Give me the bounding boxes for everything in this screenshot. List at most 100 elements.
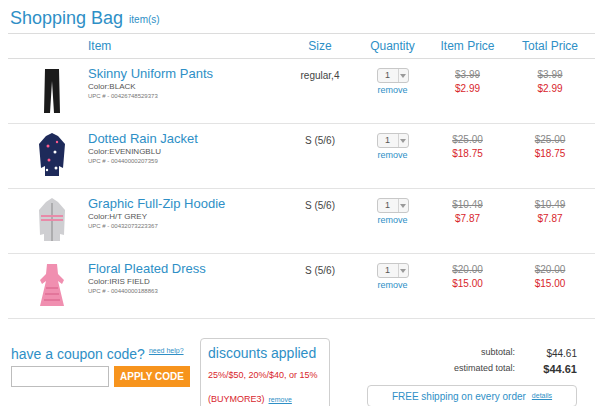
product-image: [37, 67, 67, 115]
item-price-original: $3.99: [455, 68, 480, 82]
product-image-cell: [8, 124, 85, 180]
shipping-banner: FREE shipping on every order details: [367, 385, 577, 406]
discount-text: 25%/$50, 20%/$40, or 15% (BUYMORE3): [208, 370, 318, 404]
product-color: Color:BLACK: [88, 82, 285, 92]
total-price-cell: $25.00$18.75: [505, 124, 595, 161]
coupon-label: have a coupon code?: [11, 346, 145, 362]
column-header: Item Price: [430, 37, 505, 55]
item-price-sale: $15.00: [452, 277, 483, 291]
total-price-original: $3.99: [537, 68, 562, 82]
total-price-sale: $2.99: [537, 82, 562, 96]
coupon-input[interactable]: [11, 366, 109, 387]
page-header: Shopping Bag item(s): [0, 0, 595, 33]
total-price-sale: $18.75: [535, 147, 566, 161]
item-price-cell: $3.99$2.99: [430, 59, 505, 96]
product-color: Color:IRIS FIELD: [88, 277, 285, 287]
page-title: Shopping Bag: [10, 9, 123, 27]
summary-row: subtotal:$44.61: [377, 345, 577, 361]
table-header: ItemSizeQuantityItem PriceTotal Price: [8, 34, 595, 59]
product-image-cell: [8, 254, 85, 310]
discount-remove[interactable]: remove: [269, 396, 292, 403]
discounts-title: discounts applied: [208, 345, 322, 361]
total-price-original: $20.00: [535, 263, 566, 277]
item-price-original: $20.00: [452, 263, 483, 277]
product-name[interactable]: Floral Pleated Dress: [88, 261, 285, 277]
apply-code-button[interactable]: APPLY CODE: [114, 366, 190, 387]
quantity-select[interactable]: 1: [377, 198, 409, 213]
column-header: Item: [85, 37, 285, 55]
product-info: Skinny Uniform PantsColor:BLACKUPC # - 0…: [85, 59, 285, 101]
remove-link[interactable]: remove: [377, 85, 407, 96]
product-size: S (5/6): [285, 189, 355, 213]
total-price-original: $10.49: [535, 198, 566, 212]
product-color: Color:H/T GREY: [88, 212, 285, 222]
help-link[interactable]: need help?: [149, 346, 184, 355]
summary-value: $44.61: [515, 346, 577, 361]
product-name[interactable]: Graphic Full-Zip Hoodie: [88, 196, 285, 212]
product-image-cell: [8, 59, 85, 115]
product-upc: UPC # - 00440000207359: [88, 157, 285, 166]
quantity-value: 1: [378, 71, 398, 80]
product-image: [37, 132, 67, 180]
summary-value: $44.61: [515, 361, 577, 378]
quantity-value: 1: [378, 266, 398, 275]
quantity-select[interactable]: 1: [377, 263, 409, 278]
total-price-cell: $20.00$15.00: [505, 254, 595, 291]
column-header: Size: [285, 37, 355, 55]
cart-footer: have a coupon code? need help? APPLY CODE d…: [0, 319, 595, 406]
product-name[interactable]: Dotted Rain Jacket: [88, 131, 285, 147]
item-price-cell: $25.00$18.75: [430, 124, 505, 161]
product-info: Floral Pleated DressColor:IRIS FIELDUPC …: [85, 254, 285, 296]
quantity-cell: 1 remove: [355, 254, 430, 291]
quantity-select[interactable]: 1: [377, 133, 409, 148]
order-summary: subtotal:$44.61estimated total:$44.61 FRE…: [377, 345, 577, 406]
cart-row: Graphic Full-Zip HoodieColor:H/T GREYUPC…: [8, 189, 595, 254]
column-header: Total Price: [505, 37, 595, 55]
cart-row: Dotted Rain JacketColor:EVENINGBLUUPC # …: [8, 124, 595, 189]
summary-label: subtotal:: [405, 346, 515, 360]
product-image: [37, 262, 67, 310]
remove-link[interactable]: remove: [377, 215, 407, 226]
dropdown-icon: [400, 269, 406, 273]
total-price-original: $25.00: [535, 133, 566, 147]
item-price-original: $25.00: [452, 133, 483, 147]
item-count: item(s): [129, 15, 160, 25]
shipping-details-link[interactable]: details: [532, 391, 552, 402]
product-name[interactable]: Skinny Uniform Pants: [88, 66, 285, 82]
product-upc: UPC # - 00440000188863: [88, 287, 285, 296]
item-price-sale: $7.87: [455, 212, 480, 226]
item-price-cell: $20.00$15.00: [430, 254, 505, 291]
total-price-sale: $15.00: [535, 277, 566, 291]
remove-link[interactable]: remove: [377, 280, 407, 291]
dropdown-icon: [400, 139, 406, 143]
product-upc: UPC # - 00432073223367: [88, 222, 285, 231]
item-price-sale: $18.75: [452, 147, 483, 161]
item-price-sale: $2.99: [455, 82, 480, 96]
product-size: regular,4: [285, 59, 355, 83]
summary-row: estimated total:$44.61: [377, 361, 577, 377]
coupon-section: have a coupon code? need help? APPLY CODE: [11, 346, 191, 387]
product-image: [37, 197, 67, 245]
dropdown-icon: [400, 204, 406, 208]
summary-label: estimated total:: [405, 362, 515, 376]
product-upc: UPC # - 00426748529373: [88, 92, 285, 101]
shipping-text: FREE shipping on every order: [392, 389, 526, 404]
item-price-original: $10.49: [452, 198, 483, 212]
cart-row: Floral Pleated DressColor:IRIS FIELDUPC …: [8, 254, 595, 319]
total-price-sale: $7.87: [537, 212, 562, 226]
product-size: S (5/6): [285, 124, 355, 148]
total-price-cell: $3.99$2.99: [505, 59, 595, 96]
quantity-cell: 1 remove: [355, 189, 430, 226]
quantity-select[interactable]: 1: [377, 68, 409, 83]
discounts-box: discounts applied 25%/$50, 20%/$40, or 15…: [200, 338, 330, 406]
item-price-cell: $10.49$7.87: [430, 189, 505, 226]
column-header: Quantity: [355, 37, 430, 55]
cart-table: ItemSizeQuantityItem PriceTotal PriceSki…: [8, 33, 595, 319]
cart-row: Skinny Uniform PantsColor:BLACKUPC # - 0…: [8, 59, 595, 124]
product-size: S (5/6): [285, 254, 355, 278]
quantity-cell: 1 remove: [355, 124, 430, 161]
product-image-cell: [8, 189, 85, 245]
remove-link[interactable]: remove: [377, 150, 407, 161]
dropdown-icon: [400, 74, 406, 78]
product-info: Dotted Rain JacketColor:EVENINGBLUUPC # …: [85, 124, 285, 166]
